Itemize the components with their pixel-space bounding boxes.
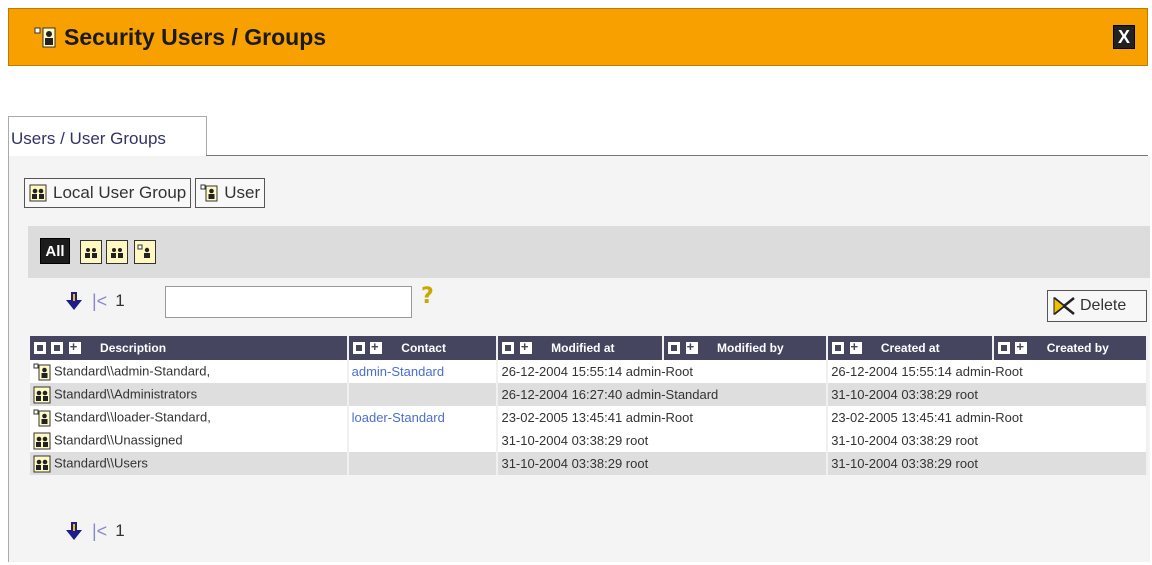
sort-asc-icon[interactable] — [849, 339, 862, 355]
group-icon — [33, 455, 51, 472]
created-cell: 31-10-2004 03:38:29 root — [827, 452, 1148, 475]
user-icon — [137, 244, 150, 258]
sort-asc-icon[interactable] — [519, 339, 532, 355]
create-toolbar: Local User Group User — [24, 178, 266, 208]
description-cell: Standard\\loader-Standard, — [30, 406, 349, 429]
new-user-button[interactable]: User — [195, 178, 266, 208]
column-label-created-at: Created at — [880, 341, 940, 356]
close-button[interactable]: X — [1113, 25, 1135, 49]
modified-cell: 31-10-2004 03:38:29 root — [497, 429, 829, 452]
sort-desc-icon[interactable] — [51, 342, 64, 355]
new-local-user-group-button[interactable]: Local User Group — [24, 178, 192, 208]
row-description[interactable]: Standard\\Unassigned — [54, 432, 183, 447]
sort-asc-icon[interactable] — [1015, 339, 1028, 355]
page-number: 1 — [115, 521, 125, 540]
users-table: Description Contact Modified at Modified… — [30, 336, 1148, 475]
group-icon — [111, 248, 123, 258]
table-row[interactable]: Standard\\Unassigned 31-10-2004 03:38:29… — [30, 429, 1148, 452]
arrow-down-icon[interactable] — [64, 290, 84, 312]
group-icon — [85, 248, 97, 258]
column-header-created-by: Created by — [993, 336, 1148, 360]
description-cell: Standard\\admin-Standard, — [30, 360, 349, 383]
row-description[interactable]: Standard\\admin-Standard, — [54, 363, 210, 378]
modified-cell: 31-10-2004 03:38:29 root — [497, 452, 829, 475]
first-page-link[interactable]: |< — [92, 521, 107, 542]
column-label-created-by: Created by — [1046, 341, 1109, 356]
delete-icon — [1053, 296, 1075, 316]
sort-desc-icon[interactable] — [352, 342, 365, 355]
arrow-down-icon[interactable] — [64, 520, 84, 542]
title-bar: Security Users / Groups X — [8, 8, 1148, 66]
group-icon — [33, 432, 51, 449]
tab-users-user-groups[interactable]: Users / User Groups — [8, 116, 207, 156]
user-icon — [200, 184, 218, 202]
filter-local-groups-button[interactable] — [80, 240, 102, 264]
sort-desc-icon[interactable] — [668, 342, 681, 355]
filter-users-button[interactable] — [134, 240, 156, 264]
contact-cell: admin-Standard — [347, 360, 499, 383]
user-icon — [33, 409, 51, 426]
table-row[interactable]: Standard\\admin-Standard, admin-Standard… — [30, 360, 1148, 383]
created-cell: 31-10-2004 03:38:29 root — [827, 383, 1148, 406]
pager-bottom: |< 1 — [64, 520, 125, 542]
filter-bar: All — [28, 226, 1150, 278]
sort-asc-icon[interactable] — [685, 339, 698, 355]
table-header-row: Description Contact Modified at Modified… — [30, 336, 1148, 360]
filter-all-button[interactable]: All — [40, 238, 70, 264]
column-header-contact: Contact — [347, 336, 499, 360]
contact-cell — [347, 429, 499, 452]
contact-link[interactable]: admin-Standard — [352, 364, 445, 379]
window-title: Security Users / Groups — [64, 23, 327, 50]
first-page-link[interactable]: |< — [92, 291, 107, 312]
table-row[interactable]: Standard\\Administrators 26-12-2004 16:2… — [30, 383, 1148, 406]
sort-desc-icon[interactable] — [998, 342, 1011, 355]
row-description[interactable]: Standard\\Administrators — [54, 386, 197, 401]
user-icon — [34, 27, 56, 48]
column-header-description: Description — [30, 336, 349, 360]
created-cell: 26-12-2004 15:55:14 admin-Root — [827, 360, 1148, 383]
sort-asc-icon[interactable] — [369, 339, 382, 355]
contact-link[interactable]: loader-Standard — [352, 410, 445, 425]
contact-cell: loader-Standard — [347, 406, 499, 429]
sort-asc-icon[interactable] — [68, 339, 81, 355]
description-cell: Standard\\Unassigned — [30, 429, 349, 452]
select-all-checkbox[interactable] — [34, 342, 46, 355]
group-icon — [29, 184, 47, 202]
column-label-modified-by: Modified by — [717, 341, 784, 356]
row-description[interactable]: Standard\\loader-Standard, — [54, 409, 211, 424]
contact-cell — [347, 452, 499, 475]
description-cell: Standard\\Users — [30, 452, 349, 475]
column-label-modified-at: Modified at — [551, 341, 615, 356]
table-row[interactable]: Standard\\Users 31-10-2004 03:38:29 root… — [30, 452, 1148, 475]
search-input[interactable] — [165, 286, 412, 318]
delete-label: Delete — [1080, 297, 1127, 314]
table-row[interactable]: Standard\\loader-Standard, loader-Standa… — [30, 406, 1148, 429]
user-icon — [33, 363, 51, 380]
delete-button[interactable]: Delete — [1047, 290, 1147, 322]
description-cell: Standard\\Administrators — [30, 383, 349, 406]
modified-cell: 26-12-2004 16:27:40 admin-Standard — [497, 383, 829, 406]
column-header-modified-at: Modified at — [497, 336, 665, 360]
group-icon — [33, 386, 51, 403]
new-user-label: User — [224, 183, 261, 202]
new-local-user-group-label: Local User Group — [53, 183, 187, 202]
created-cell: 31-10-2004 03:38:29 root — [827, 429, 1148, 452]
page-number: 1 — [115, 291, 125, 310]
pager-top: |< 1 — [64, 290, 125, 312]
created-cell: 23-02-2005 13:45:41 admin-Root — [827, 406, 1148, 429]
row-description[interactable]: Standard\\Users — [54, 455, 148, 470]
column-header-created-at: Created at — [827, 336, 995, 360]
sort-desc-icon[interactable] — [832, 342, 845, 355]
help-icon[interactable]: ? — [421, 284, 434, 309]
modified-cell: 26-12-2004 15:55:14 admin-Root — [497, 360, 829, 383]
modified-cell: 23-02-2005 13:45:41 admin-Root — [497, 406, 829, 429]
filter-groups-button[interactable] — [106, 240, 128, 264]
contact-cell — [347, 383, 499, 406]
sort-desc-icon[interactable] — [502, 342, 515, 355]
column-label-contact: Contact — [401, 341, 446, 356]
column-label-description: Description — [100, 341, 167, 356]
column-header-modified-by: Modified by — [663, 336, 829, 360]
